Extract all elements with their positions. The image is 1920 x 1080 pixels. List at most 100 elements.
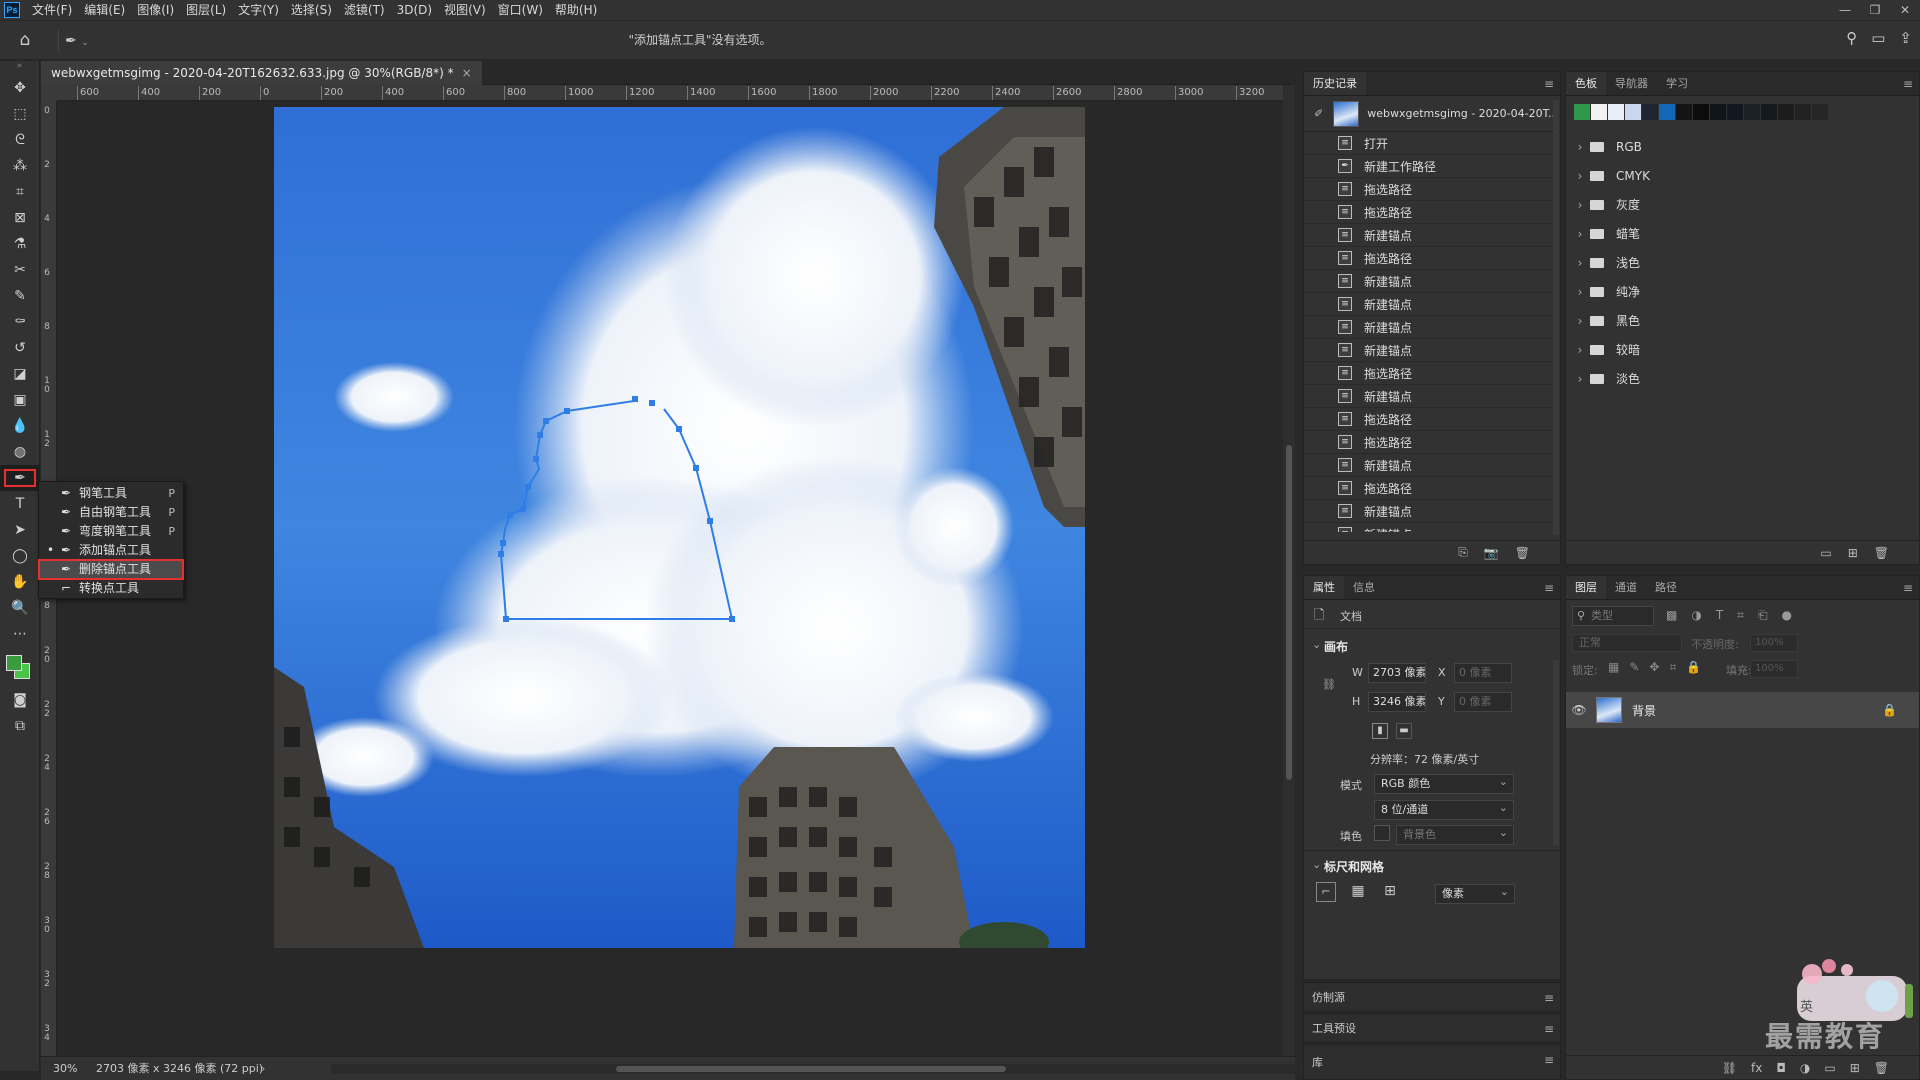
close-icon[interactable]: × xyxy=(462,66,472,80)
height-field[interactable]: 3246 像素 xyxy=(1368,692,1426,712)
restore-icon[interactable]: ❐ xyxy=(1860,0,1890,20)
tab-navigator[interactable]: 导航器 xyxy=(1606,72,1657,95)
image-filter-icon[interactable]: ▩ xyxy=(1666,608,1677,623)
lock-transparent-icon[interactable]: ▦ xyxy=(1608,660,1619,675)
chevron-right-icon[interactable]: › xyxy=(1570,314,1590,328)
history-item[interactable]: ≡ 拖选路径 xyxy=(1304,408,1560,431)
flyout-item[interactable]: ⌐ 转换点工具 xyxy=(39,579,183,598)
properties-scrollbar[interactable] xyxy=(1553,660,1559,845)
panel-menu-icon[interactable]: ≡ xyxy=(1544,576,1554,600)
link-layers-icon[interactable]: ⛓ xyxy=(1722,1061,1737,1075)
tab-history[interactable]: 历史记录 xyxy=(1304,72,1366,95)
x-field[interactable]: 0 像素 xyxy=(1454,663,1512,683)
marquee-tool-icon[interactable]: ⬚ xyxy=(0,101,40,127)
history-item[interactable]: ≡ 拖选路径 xyxy=(1304,431,1560,454)
layer-row-background[interactable]: 👁 背景 🔒 xyxy=(1566,692,1919,728)
guides-icon[interactable]: ⊞ xyxy=(1380,882,1400,902)
canvas-horizontal-scrollbar[interactable] xyxy=(331,1064,1311,1074)
chevron-right-icon[interactable]: › xyxy=(1570,372,1590,386)
color-swatch[interactable] xyxy=(1676,104,1692,120)
y-field[interactable]: 0 像素 xyxy=(1454,692,1512,712)
swatch-group[interactable]: › 淡色 xyxy=(1566,364,1919,393)
swatch-group[interactable]: › 黑色 xyxy=(1566,306,1919,335)
share-icon[interactable]: ⇪ xyxy=(1899,29,1912,47)
canvas-collapse-icon[interactable]: ⌄ xyxy=(1312,638,1321,651)
adjustment-filter-icon[interactable]: ◑ xyxy=(1691,608,1701,623)
trash-icon[interactable]: 🗑 xyxy=(1874,546,1889,560)
tab-paths[interactable]: 路径 xyxy=(1646,576,1686,599)
frame-tool-icon[interactable]: ⊠ xyxy=(0,205,40,231)
search-icon[interactable]: ⚲ xyxy=(1846,29,1857,47)
path-selection-tool-icon[interactable]: ➤ xyxy=(0,517,40,543)
color-swatch[interactable] xyxy=(1761,104,1777,120)
color-swatch[interactable] xyxy=(1591,104,1607,120)
toolbar-grip[interactable]: » xyxy=(0,61,39,75)
adjustment-layer-icon[interactable]: ◑ xyxy=(1800,1061,1810,1075)
panel-menu-icon[interactable]: ≡ xyxy=(1903,72,1913,96)
lock-pixels-icon[interactable]: ✎ xyxy=(1629,660,1639,675)
zoom-level[interactable]: 30% xyxy=(53,1057,77,1080)
move-tool-icon[interactable]: ✥ xyxy=(0,75,40,101)
history-snapshot[interactable]: ✐ webwxgetmsgimg - 2020-04-20T... xyxy=(1304,96,1560,132)
brush-source-icon[interactable]: ✐ xyxy=(1314,107,1323,120)
menu-item[interactable]: 窗口(W) xyxy=(492,0,549,20)
color-swatch[interactable] xyxy=(1608,104,1624,120)
document-tab[interactable]: webwxgetmsgimg - 2020-04-20T162632.633.j… xyxy=(41,61,482,85)
grid-icon[interactable]: ▦ xyxy=(1348,882,1368,902)
zoom-tool-icon[interactable]: 🔍 xyxy=(0,595,40,621)
layer-filter-field[interactable]: ⚲ 类型 xyxy=(1572,606,1654,626)
menu-item[interactable]: 帮助(H) xyxy=(549,0,603,20)
tab-info[interactable]: 信息 xyxy=(1344,576,1384,599)
stamp-tool-icon[interactable]: ⚰ xyxy=(0,309,40,335)
history-brush-tool-icon[interactable]: ↺ xyxy=(0,335,40,361)
menu-item[interactable]: 图层(L) xyxy=(180,0,232,20)
scroll-thumb[interactable] xyxy=(616,1066,1006,1072)
color-swatch[interactable] xyxy=(1727,104,1743,120)
foreground-color-swatch[interactable] xyxy=(6,655,22,671)
shape-filter-icon[interactable]: ⌗ xyxy=(1737,608,1744,623)
more-tools-icon[interactable]: ⋯ xyxy=(0,621,40,647)
color-swatch[interactable] xyxy=(1795,104,1811,120)
rulers-collapse-icon[interactable]: ⌄ xyxy=(1312,858,1321,871)
chevron-right-icon[interactable]: › xyxy=(1570,198,1590,212)
menu-item[interactable]: 选择(S) xyxy=(285,0,338,20)
link-icon[interactable]: ⛓ xyxy=(1322,678,1336,691)
flyout-item[interactable]: ✒ 弯度钢笔工具 P xyxy=(39,522,183,541)
canvas-vertical-scrollbar[interactable] xyxy=(1283,85,1295,1056)
menu-item[interactable]: 视图(V) xyxy=(438,0,492,20)
brush-tool-icon[interactable]: ✎ xyxy=(0,283,40,309)
menu-item[interactable]: 图像(I) xyxy=(131,0,180,20)
workspace-icon[interactable]: ▭ xyxy=(1871,29,1885,47)
gradient-tool-icon[interactable]: ▣ xyxy=(0,387,40,413)
smart-object-filter-icon[interactable]: ⎗ xyxy=(1758,608,1768,623)
magic-wand-tool-icon[interactable]: ⁂ xyxy=(0,153,40,179)
libraries-panel[interactable]: 库 ≡ xyxy=(1303,1044,1561,1080)
document-image[interactable] xyxy=(274,107,1085,948)
type-filter-icon[interactable]: T xyxy=(1716,608,1723,623)
chevron-right-icon[interactable]: › xyxy=(1570,227,1590,241)
minimize-icon[interactable]: — xyxy=(1830,0,1860,20)
history-item[interactable]: ≡ 拖选路径 xyxy=(1304,477,1560,500)
history-item[interactable]: ≡ 新建锚点 xyxy=(1304,500,1560,523)
landscape-icon[interactable]: ▬ xyxy=(1396,723,1412,739)
scroll-thumb[interactable] xyxy=(1286,445,1292,780)
ruler-icon[interactable]: ⌐ xyxy=(1316,882,1336,902)
tab-layers[interactable]: 图层 xyxy=(1566,576,1606,599)
canvas-area[interactable] xyxy=(57,101,1283,1056)
tab-channels[interactable]: 通道 xyxy=(1606,576,1646,599)
clone-source-panel[interactable]: 仿制源 ≡ xyxy=(1303,982,1561,1012)
color-swatch[interactable] xyxy=(1625,104,1641,120)
blend-mode-select[interactable]: 正常 xyxy=(1572,634,1682,652)
swatch-group[interactable]: › RGB xyxy=(1566,132,1919,161)
flyout-item[interactable]: ✒ 删除锚点工具 xyxy=(38,559,184,580)
shape-tool-icon[interactable]: ◯ xyxy=(0,543,40,569)
history-item[interactable]: ≡ 新建锚点 xyxy=(1304,339,1560,362)
color-swatch[interactable] xyxy=(1642,104,1658,120)
color-swatches[interactable] xyxy=(0,647,39,687)
pen-tool-icon[interactable]: ✒ xyxy=(0,465,40,491)
lock-artboard-icon[interactable]: ⌗ xyxy=(1669,660,1676,675)
folder-icon[interactable]: ▭ xyxy=(1820,546,1831,560)
menu-item[interactable]: 编辑(E) xyxy=(78,0,131,20)
color-swatch[interactable] xyxy=(1710,104,1726,120)
flyout-item[interactable]: • ✒ 添加锚点工具 xyxy=(39,541,183,560)
